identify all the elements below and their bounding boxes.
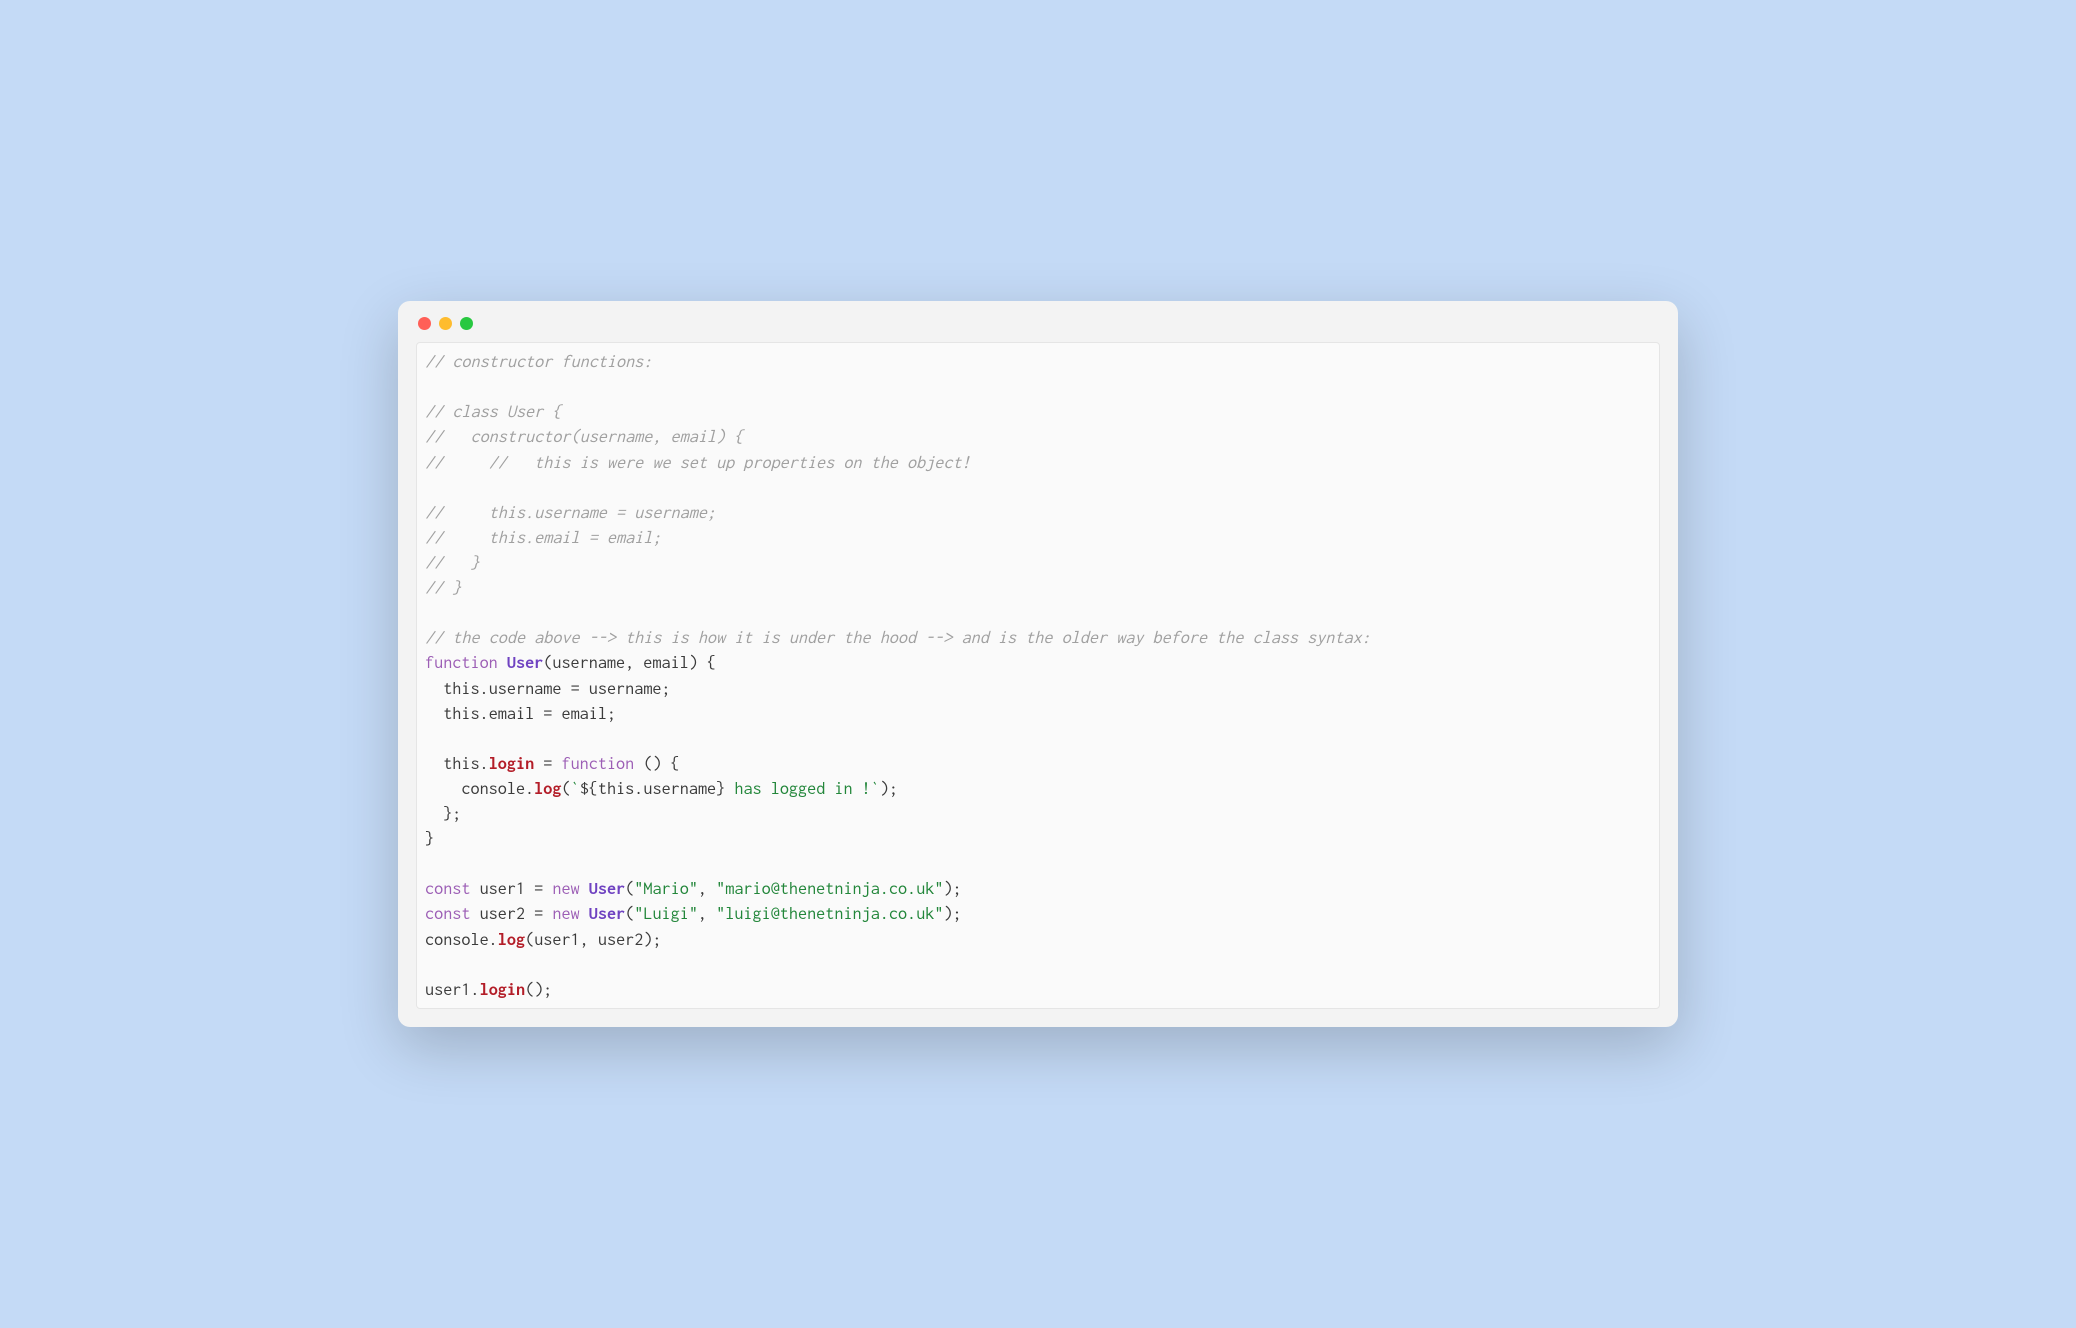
minimize-icon[interactable] — [439, 317, 452, 330]
close-icon[interactable] — [418, 317, 431, 330]
code-editor[interactable]: // constructor functions: // class User … — [416, 342, 1660, 1009]
window-titlebar — [398, 301, 1678, 342]
code-content: // constructor functions: // class User … — [425, 349, 1651, 1002]
editor-window: // constructor functions: // class User … — [398, 301, 1678, 1027]
maximize-icon[interactable] — [460, 317, 473, 330]
